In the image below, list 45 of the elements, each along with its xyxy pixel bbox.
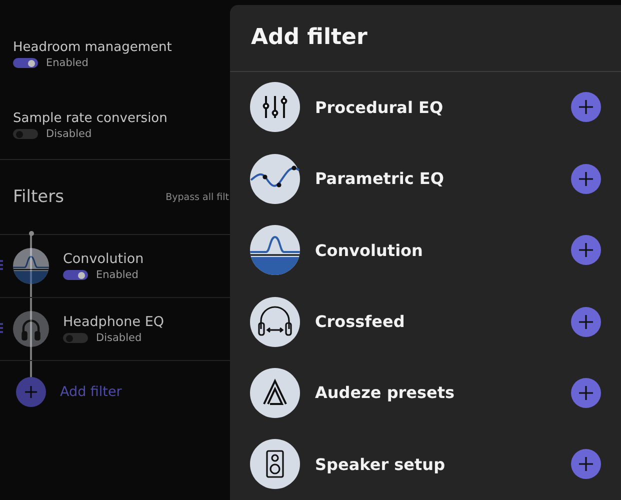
- letter-logo-icon: [250, 368, 300, 418]
- eq-curve-icon: [250, 154, 300, 204]
- filter-option-label: Convolution: [315, 240, 424, 260]
- setting-title: Sample rate conversion: [13, 111, 168, 126]
- add-button[interactable]: [571, 164, 601, 194]
- plus-icon: [25, 386, 37, 398]
- headphones-icon: [250, 296, 300, 347]
- add-button[interactable]: [571, 235, 601, 266]
- curve-icon: [250, 225, 300, 276]
- add-button[interactable]: [571, 378, 601, 408]
- plus-icon: [579, 386, 593, 400]
- status-label: Disabled: [96, 332, 142, 344]
- add-button[interactable]: [571, 92, 601, 122]
- add-filter-button[interactable]: [16, 377, 46, 407]
- plus-icon: [579, 172, 593, 186]
- status-label: Enabled: [46, 57, 88, 69]
- filter-option-label: Audeze presets: [315, 383, 456, 402]
- toggle-switch[interactable]: [13, 129, 38, 139]
- bypass-label[interactable]: Bypass all filt: [166, 192, 229, 202]
- toggle-switch[interactable]: [63, 333, 88, 343]
- filter-name: Headphone EQ: [63, 314, 164, 330]
- headphones-icon: [13, 311, 49, 347]
- drag-handle-icon[interactable]: [0, 260, 3, 270]
- plus-icon: [579, 243, 593, 258]
- status-label: Enabled: [96, 269, 138, 281]
- speaker-icon: [250, 439, 300, 490]
- sliders-icon: [250, 82, 300, 132]
- status-label: Disabled: [46, 128, 92, 140]
- plus-icon: [579, 457, 593, 472]
- filter-option-label: Procedural EQ: [315, 98, 444, 117]
- toggle-switch[interactable]: [13, 58, 38, 68]
- section-title: Filters: [13, 187, 64, 207]
- drawer-title: Add filter: [230, 5, 621, 72]
- filter-option-label: Crossfeed: [315, 312, 406, 332]
- filter-option-label: Speaker setup: [315, 454, 446, 474]
- toggle-switch[interactable]: [63, 270, 88, 280]
- add-button[interactable]: [571, 306, 601, 337]
- plus-icon: [579, 100, 593, 114]
- setting-title: Headroom management: [13, 40, 173, 55]
- curve-icon: [13, 248, 49, 284]
- filter-name: Convolution: [63, 251, 144, 267]
- add-button[interactable]: [571, 449, 601, 480]
- drag-handle-icon[interactable]: [0, 323, 3, 333]
- plus-icon: [579, 314, 593, 329]
- filter-option-label: Parametric EQ: [315, 169, 445, 188]
